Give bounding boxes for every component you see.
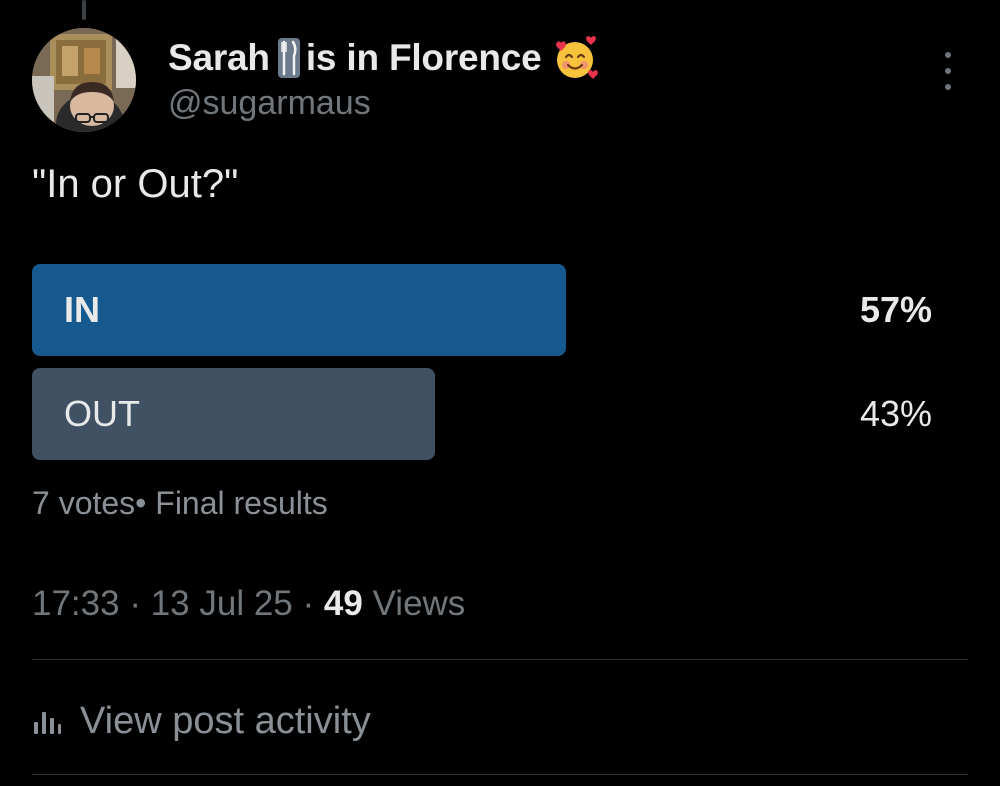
poll-option-out: OUT 43% bbox=[32, 368, 932, 460]
author-name-part1: Sarah bbox=[168, 37, 270, 78]
poll-option-label: OUT bbox=[64, 393, 140, 434]
poll-option-percentage: 43% bbox=[859, 393, 932, 434]
post-date[interactable]: 13 Jul 25 bbox=[151, 584, 293, 623]
view-post-activity-button[interactable]: View post activity bbox=[32, 696, 371, 746]
poll-option-label: IN bbox=[64, 289, 100, 330]
smiling-face-with-hearts-icon bbox=[552, 35, 598, 81]
author-name-part2: is in Florence bbox=[305, 37, 542, 78]
post-time[interactable]: 17:33 bbox=[32, 584, 120, 623]
post-text: "In or Out?" bbox=[32, 162, 239, 206]
views-count: 49 bbox=[323, 584, 363, 623]
divider bbox=[32, 659, 968, 660]
bar-chart-icon bbox=[32, 706, 62, 736]
fork-knife-icon bbox=[277, 38, 300, 78]
more-dot-icon bbox=[945, 84, 951, 90]
avatar-photo bbox=[32, 28, 136, 132]
meta-separator: · bbox=[129, 584, 151, 623]
view-post-activity-label: View post activity bbox=[80, 699, 371, 742]
more-options-button[interactable] bbox=[934, 52, 962, 90]
more-dot-icon bbox=[945, 68, 951, 74]
poll-option-in: IN 57% bbox=[32, 264, 932, 356]
post-metadata: 17:33 · 13 Jul 25 · 49 Views bbox=[32, 584, 465, 624]
author-handle[interactable]: @sugarmaus bbox=[168, 84, 371, 123]
poll-result-bar bbox=[32, 264, 566, 356]
poll-summary: 7 votes• Final results bbox=[32, 485, 328, 521]
poll-option-percentage: 57% bbox=[859, 289, 932, 330]
views-label: Views bbox=[372, 584, 466, 623]
author-display-name[interactable]: Sarah is in Florence bbox=[168, 36, 598, 80]
divider bbox=[32, 774, 968, 775]
thread-connector-line bbox=[82, 0, 86, 20]
avatar[interactable] bbox=[32, 28, 136, 132]
more-dot-icon bbox=[945, 52, 951, 58]
meta-separator: · bbox=[302, 584, 324, 623]
